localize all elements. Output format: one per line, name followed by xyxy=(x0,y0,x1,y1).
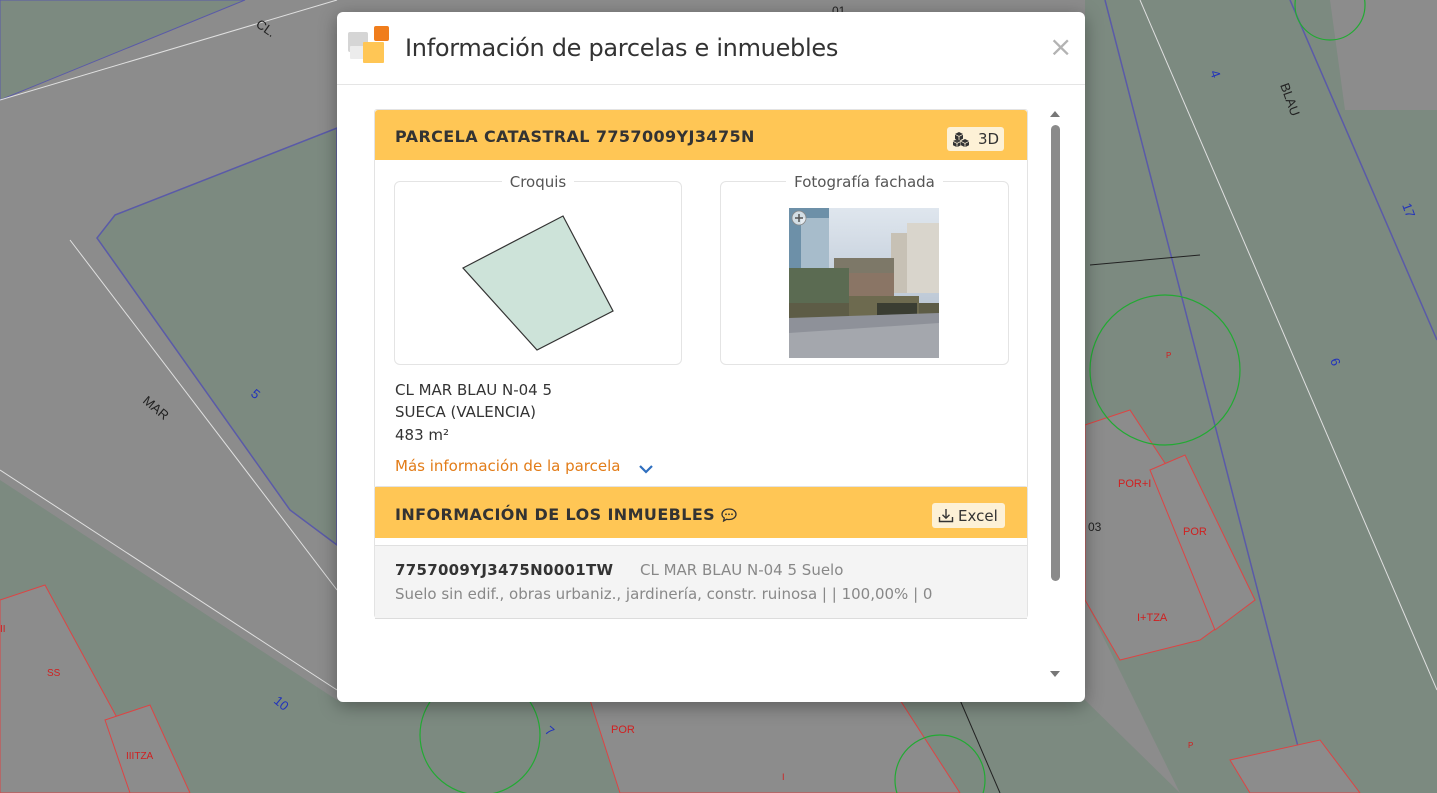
property-description: Suelo sin edif., obras urbaniz., jardine… xyxy=(395,585,933,603)
facade-photo-label: Fotografía fachada xyxy=(786,173,943,191)
properties-panel: INFORMACIÓN DE LOS INMUEBLES Excel 77570… xyxy=(374,486,1028,619)
parcel-sketch[interactable] xyxy=(395,182,681,364)
scroll-down-icon[interactable] xyxy=(1050,671,1060,677)
parcel-info-dialog: Información de parcelas e inmuebles × PA… xyxy=(337,12,1085,702)
map-label-p-bottom: P xyxy=(1188,741,1193,750)
map-label-ii: II xyxy=(0,624,6,635)
comment-icon[interactable] xyxy=(721,508,737,522)
property-address: CL MAR BLAU N-04 5 Suelo xyxy=(640,561,844,579)
parcel-address-city: SUECA (VALENCIA) xyxy=(395,403,536,421)
dialog-title: Información de parcelas e inmuebles xyxy=(405,34,839,62)
dialog-body: PARCELA CATASTRAL 7757009YJ3475N 3D Croq… xyxy=(337,85,1085,702)
map-label-i: I xyxy=(782,772,785,782)
map-label-por-right: POR xyxy=(1183,526,1207,538)
map-label-p-right: P xyxy=(1166,351,1171,360)
catastro-logo-icon xyxy=(348,26,389,63)
dialog-header: Información de parcelas e inmuebles × xyxy=(337,12,1085,85)
map-label-itza: I+TZA xyxy=(1137,612,1168,624)
scroll-up-icon[interactable] xyxy=(1050,111,1060,117)
view-3d-button[interactable]: 3D xyxy=(947,127,1004,151)
parcel-panel: PARCELA CATASTRAL 7757009YJ3475N 3D Croq… xyxy=(374,109,1028,489)
more-info-link[interactable]: Más información de la parcela xyxy=(395,457,620,475)
export-excel-label: Excel xyxy=(958,507,998,525)
properties-panel-header: INFORMACIÓN DE LOS INMUEBLES Excel xyxy=(375,487,1027,538)
parcel-title: PARCELA CATASTRAL 7757009YJ3475N xyxy=(395,127,755,146)
properties-title: INFORMACIÓN DE LOS INMUEBLES xyxy=(395,505,716,524)
download-icon xyxy=(938,509,954,523)
property-reference[interactable]: 7757009YJ3475N0001TW xyxy=(395,561,613,579)
cubes-3d-icon xyxy=(953,132,969,147)
parcel-panel-header: PARCELA CATASTRAL 7757009YJ3475N 3D xyxy=(375,110,1027,160)
zoom-plus-icon[interactable] xyxy=(791,210,807,226)
view-3d-label: 3D xyxy=(978,130,1000,148)
map-label-03: 03 xyxy=(1088,520,1102,534)
map-label-por-bottom: POR xyxy=(611,724,635,736)
map-label-ss: SS xyxy=(47,668,61,679)
chevron-down-icon[interactable] xyxy=(639,465,653,474)
facade-photo-card: Fotografía fachada xyxy=(720,173,1009,365)
map-label-por-i: POR+I xyxy=(1118,478,1151,490)
dialog-scrollbar[interactable] xyxy=(1047,109,1063,681)
parcel-area: 483 m² xyxy=(395,426,450,444)
property-row[interactable]: 7757009YJ3475N0001TW CL MAR BLAU N-04 5 … xyxy=(375,545,1027,619)
facade-photo[interactable] xyxy=(789,208,939,358)
close-button[interactable]: × xyxy=(1049,33,1072,61)
scrollbar-thumb[interactable] xyxy=(1051,125,1060,581)
map-label-iiitza: IIITZA xyxy=(126,751,154,762)
sketch-card: Croquis xyxy=(394,173,682,365)
parcel-address-street: CL MAR BLAU N-04 5 xyxy=(395,381,553,399)
export-excel-button[interactable]: Excel xyxy=(932,503,1005,528)
